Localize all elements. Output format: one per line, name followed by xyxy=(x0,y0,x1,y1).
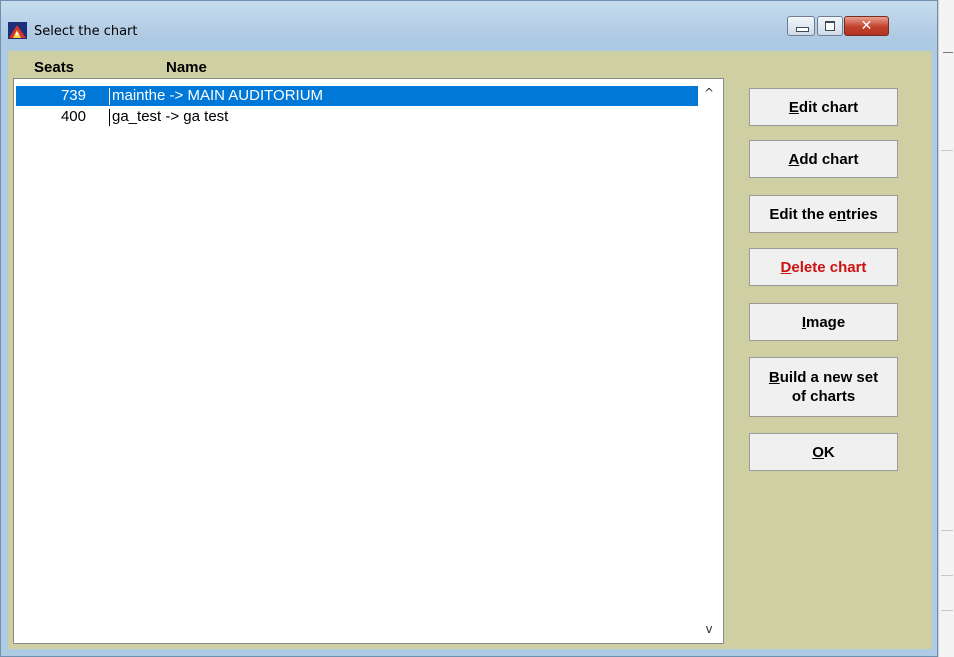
row-seats: 400 xyxy=(60,108,86,125)
maximize-icon xyxy=(825,21,835,31)
list-item[interactable]: 400 ga_test -> ga test xyxy=(16,107,698,127)
column-header-name[interactable]: Name xyxy=(166,59,207,76)
btn-mnemonic: D xyxy=(780,258,792,276)
btn-mnemonic: E xyxy=(788,98,799,116)
add-chart-button[interactable]: Add chart xyxy=(749,140,898,178)
background-chevron xyxy=(943,52,953,53)
image-button[interactable]: Image xyxy=(749,303,898,341)
row-name: ga_test -> ga test xyxy=(112,108,229,125)
minimize-icon xyxy=(796,27,809,32)
btn-text: dd chart xyxy=(799,150,859,168)
select-chart-dialog: Select the chart ✕ Seats Name 739 mainth… xyxy=(0,0,938,657)
close-button[interactable]: ✕ xyxy=(844,16,889,36)
dialog-client-area: Seats Name 739 mainthe -> MAIN AUDITORIU… xyxy=(8,51,932,649)
background-window-edge xyxy=(938,0,954,657)
row-name: mainthe -> MAIN AUDITORIUM xyxy=(112,87,324,104)
scroll-up-icon[interactable]: ^ xyxy=(703,87,715,99)
background-divider xyxy=(941,575,953,576)
background-divider xyxy=(941,150,953,151)
app-icon xyxy=(8,22,27,39)
build-new-set-button[interactable]: Build a new set of charts xyxy=(749,357,898,417)
btn-mnemonic: n xyxy=(836,205,846,223)
btn-mnemonic: B xyxy=(768,369,780,386)
column-header-seats[interactable]: Seats xyxy=(34,59,74,76)
btn-text: K xyxy=(823,443,835,461)
ok-button[interactable]: OK xyxy=(749,433,898,471)
column-separator xyxy=(109,109,110,126)
scroll-down-icon[interactable]: v xyxy=(703,623,715,635)
btn-text: uild a new set xyxy=(779,369,879,386)
close-icon: ✕ xyxy=(860,18,873,34)
maximize-button[interactable] xyxy=(817,16,843,36)
btn-text: of charts xyxy=(791,388,856,405)
delete-chart-button[interactable]: Delete chart xyxy=(749,248,898,286)
btn-text: Edit the e xyxy=(769,205,837,223)
btn-text: mage xyxy=(805,313,846,331)
btn-text: tries xyxy=(846,205,878,223)
edit-entries-button[interactable]: Edit the entries xyxy=(749,195,898,233)
btn-mnemonic: A xyxy=(788,150,800,168)
chart-listbox[interactable]: 739 mainthe -> MAIN AUDITORIUM 400 ga_te… xyxy=(13,78,724,644)
btn-text: dit chart xyxy=(798,98,859,116)
list-item[interactable]: 739 mainthe -> MAIN AUDITORIUM xyxy=(16,86,698,106)
edit-chart-button[interactable]: Edit chart xyxy=(749,88,898,126)
background-divider xyxy=(941,610,953,611)
btn-text: elete chart xyxy=(791,258,867,276)
row-seats: 739 xyxy=(60,87,86,104)
window-title: Select the chart xyxy=(34,24,138,39)
column-separator xyxy=(109,88,110,105)
btn-mnemonic: O xyxy=(812,443,824,461)
minimize-button[interactable] xyxy=(787,16,815,36)
background-divider xyxy=(941,530,953,531)
title-bar[interactable]: Select the chart ✕ xyxy=(1,1,937,41)
